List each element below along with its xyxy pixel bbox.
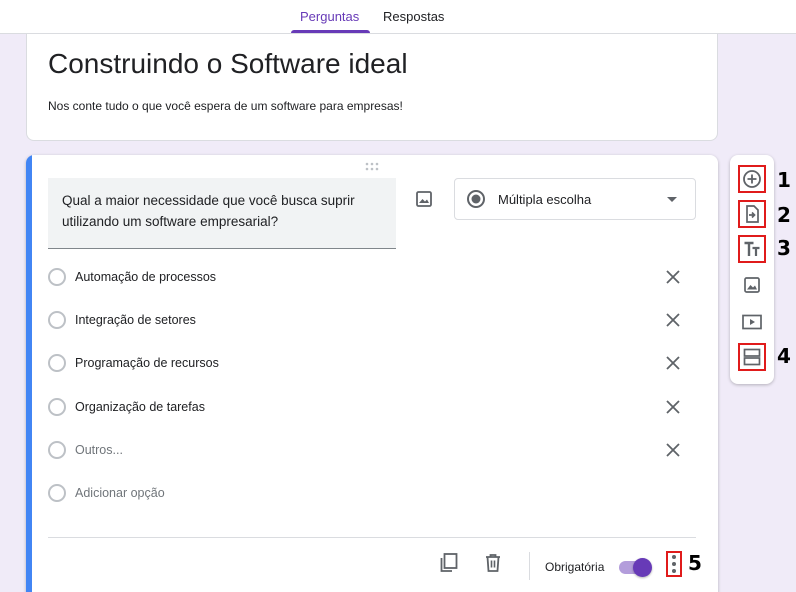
option-row[interactable]: Programação de recursos bbox=[48, 348, 688, 378]
remove-option-icon[interactable] bbox=[662, 352, 684, 374]
radio-icon bbox=[48, 441, 66, 459]
annotation-marker-4: 4 bbox=[777, 344, 791, 368]
drag-handle-icon[interactable] bbox=[364, 159, 380, 171]
option-label[interactable]: Automação de processos bbox=[75, 270, 216, 284]
active-card-accent bbox=[26, 155, 32, 592]
option-label[interactable]: Integração de setores bbox=[75, 313, 196, 327]
radio-checked-icon bbox=[466, 189, 486, 209]
tab-respostas[interactable]: Respostas bbox=[383, 0, 444, 34]
annotation-marker-2: 2 bbox=[777, 203, 791, 227]
tab-perguntas[interactable]: Perguntas bbox=[300, 0, 359, 34]
option-label[interactable]: Organização de tarefas bbox=[75, 400, 205, 414]
remove-option-icon[interactable] bbox=[662, 266, 684, 288]
dropdown-arrow-icon bbox=[667, 197, 677, 202]
remove-option-icon[interactable] bbox=[662, 396, 684, 418]
top-tab-bar: Perguntas Respostas bbox=[0, 0, 796, 34]
question-type-label: Múltipla escolha bbox=[498, 192, 592, 207]
add-image-to-question-icon[interactable] bbox=[412, 187, 436, 211]
remove-option-icon[interactable] bbox=[662, 439, 684, 461]
question-type-select[interactable]: Múltipla escolha bbox=[454, 178, 696, 220]
radio-icon bbox=[48, 268, 66, 286]
add-question-icon[interactable] bbox=[738, 165, 766, 193]
required-label: Obrigatória bbox=[545, 560, 605, 574]
question-card[interactable]: Qual a maior necessidade que você busca … bbox=[26, 155, 718, 592]
import-questions-icon[interactable] bbox=[738, 200, 766, 228]
floating-toolbar bbox=[730, 155, 774, 384]
active-tab-indicator bbox=[291, 30, 370, 33]
annotation-marker-3: 3 bbox=[777, 236, 791, 260]
form-description[interactable]: Nos conte tudo o que você espera de um s… bbox=[48, 99, 403, 113]
annotation-marker-1: 1 bbox=[777, 168, 791, 192]
form-header-card[interactable]: Construindo o Software ideal Nos conte t… bbox=[26, 34, 718, 141]
radio-icon bbox=[48, 311, 66, 329]
add-title-icon[interactable] bbox=[738, 235, 766, 263]
add-option-row[interactable]: Adicionar opção bbox=[48, 478, 688, 508]
question-input[interactable]: Qual a maior necessidade que você busca … bbox=[48, 178, 396, 249]
option-row[interactable]: Organização de tarefas bbox=[48, 392, 688, 422]
add-image-icon[interactable] bbox=[738, 271, 766, 299]
option-row[interactable]: Automação de processos bbox=[48, 262, 688, 292]
toggle-knob bbox=[633, 558, 652, 577]
more-options-icon[interactable] bbox=[666, 551, 682, 577]
footer-divider bbox=[48, 537, 696, 538]
remove-option-icon[interactable] bbox=[662, 309, 684, 331]
other-option-row[interactable]: Outros... bbox=[48, 435, 688, 465]
radio-icon bbox=[48, 354, 66, 372]
annotation-marker-5: 5 bbox=[688, 551, 702, 575]
add-option-label[interactable]: Adicionar opção bbox=[75, 486, 165, 500]
add-video-icon[interactable] bbox=[738, 308, 766, 336]
duplicate-icon[interactable] bbox=[437, 551, 461, 575]
required-toggle[interactable] bbox=[617, 555, 655, 579]
radio-icon bbox=[48, 484, 66, 502]
option-label[interactable]: Programação de recursos bbox=[75, 356, 219, 370]
radio-icon bbox=[48, 398, 66, 416]
add-section-icon[interactable] bbox=[738, 343, 766, 371]
question-text[interactable]: Qual a maior necessidade que você busca … bbox=[62, 190, 382, 232]
footer-separator bbox=[529, 552, 530, 580]
form-title[interactable]: Construindo o Software ideal bbox=[48, 48, 408, 80]
other-option-label[interactable]: Outros... bbox=[75, 443, 123, 457]
option-row[interactable]: Integração de setores bbox=[48, 305, 688, 335]
delete-icon[interactable] bbox=[481, 551, 505, 575]
